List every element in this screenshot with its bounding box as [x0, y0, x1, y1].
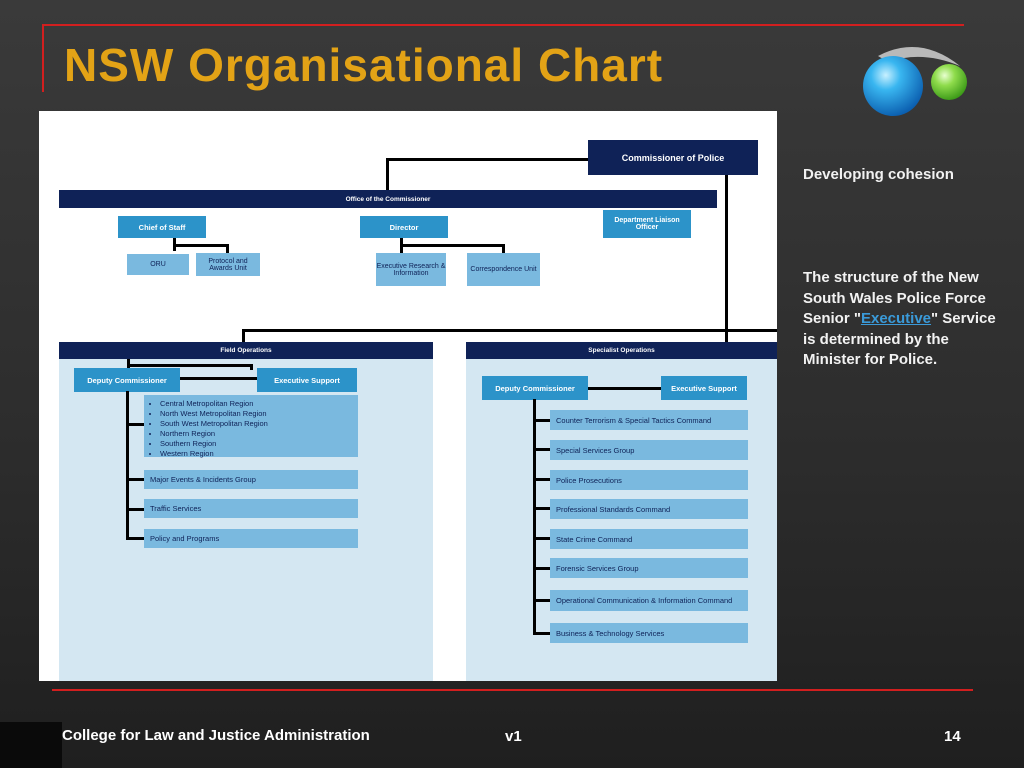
- bottom-accent-line: [52, 689, 973, 691]
- specialist-unit-box: Police Prosecutions: [550, 470, 748, 490]
- region-item: Central Metropolitan Region: [160, 399, 358, 409]
- specialist-deputy-box: Deputy Commissioner: [482, 376, 588, 400]
- footer-corner-block: [0, 722, 62, 768]
- specialist-unit-box: Counter Terrorism & Special Tactics Comm…: [550, 410, 748, 430]
- logo-icon: [860, 38, 972, 120]
- connector-line: [242, 329, 245, 342]
- connector-line: [386, 158, 389, 191]
- commissioner-box: Commissioner of Police: [588, 140, 758, 175]
- connector-line: [126, 508, 145, 511]
- connector-line: [126, 478, 145, 481]
- connector-line: [533, 632, 551, 635]
- connector-line: [533, 478, 551, 481]
- connector-line: [533, 507, 551, 510]
- connector-line: [127, 364, 253, 367]
- correspondence-box: Correspondence Unit: [467, 253, 540, 286]
- connector-line: [533, 537, 551, 540]
- connector-line: [173, 244, 228, 247]
- field-deputy-box: Deputy Commissioner: [74, 368, 180, 392]
- connector-line: [179, 377, 259, 380]
- region-item: Southern Region: [160, 439, 358, 449]
- sidebar-heading: Developing cohesion: [803, 166, 954, 183]
- slide-title: NSW Organisational Chart: [64, 39, 664, 91]
- connector-line: [533, 448, 551, 451]
- specialist-unit-box: Special Services Group: [550, 440, 748, 460]
- page-number: 14: [944, 728, 961, 745]
- office-of-commissioner-bar: Office of the Commissioner: [59, 190, 717, 208]
- connector-line: [400, 244, 504, 247]
- footer-version: v1: [505, 728, 522, 745]
- connector-line: [126, 391, 129, 540]
- protocol-awards-box: Protocol and Awards Unit: [196, 253, 260, 276]
- exec-research-box: Executive Research & Information: [376, 253, 446, 286]
- specialist-unit-box: State Crime Command: [550, 529, 748, 549]
- specialist-ops-header: Specialist Operations: [466, 342, 777, 359]
- region-item: North West Metropolitan Region: [160, 409, 358, 419]
- connector-line: [242, 329, 777, 332]
- connector-line: [126, 423, 145, 426]
- connector-line: [533, 567, 551, 570]
- field-unit-box: Traffic Services: [144, 499, 358, 518]
- region-item: Western Region: [160, 449, 358, 459]
- field-ops-header: Field Operations: [59, 342, 433, 359]
- executive-link[interactable]: Executive: [861, 310, 931, 327]
- regions-list: Central Metropolitan Region North West M…: [144, 395, 358, 459]
- specialist-exec-support-box: Executive Support: [661, 376, 747, 400]
- region-item: Northern Region: [160, 429, 358, 439]
- org-chart-canvas: Commissioner of Police Office of the Com…: [39, 111, 777, 681]
- specialist-unit-box: Business & Technology Services: [550, 623, 748, 643]
- specialist-unit-box: Forensic Services Group: [550, 558, 748, 578]
- connector-line: [126, 537, 145, 540]
- chief-of-staff-box: Chief of Staff: [118, 216, 206, 238]
- connector-line: [250, 364, 253, 370]
- specialist-unit-box: Operational Communication & Information …: [550, 590, 748, 611]
- field-unit-box: Policy and Programs: [144, 529, 358, 548]
- footer-org-name: College for Law and Justice Administrati…: [62, 727, 370, 744]
- field-unit-box: Major Events & Incidents Group: [144, 470, 358, 489]
- director-box: Director: [360, 216, 448, 238]
- connector-line: [533, 419, 551, 422]
- connector-line: [386, 158, 589, 161]
- connector-line: [725, 174, 728, 342]
- dept-liaison-box: Department Liaison Officer: [603, 210, 691, 238]
- region-item: South West Metropolitan Region: [160, 419, 358, 429]
- connector-line: [533, 599, 551, 602]
- top-accent-line: [42, 24, 964, 26]
- left-accent-line: [42, 24, 44, 92]
- oru-box: ORU: [127, 254, 189, 275]
- specialist-unit-box: Professional Standards Command: [550, 499, 748, 519]
- connector-line: [587, 387, 663, 390]
- field-exec-support-box: Executive Support: [257, 368, 357, 392]
- sidebar-description: The structure of the New South Wales Pol…: [803, 268, 1003, 371]
- connector-line: [725, 329, 728, 342]
